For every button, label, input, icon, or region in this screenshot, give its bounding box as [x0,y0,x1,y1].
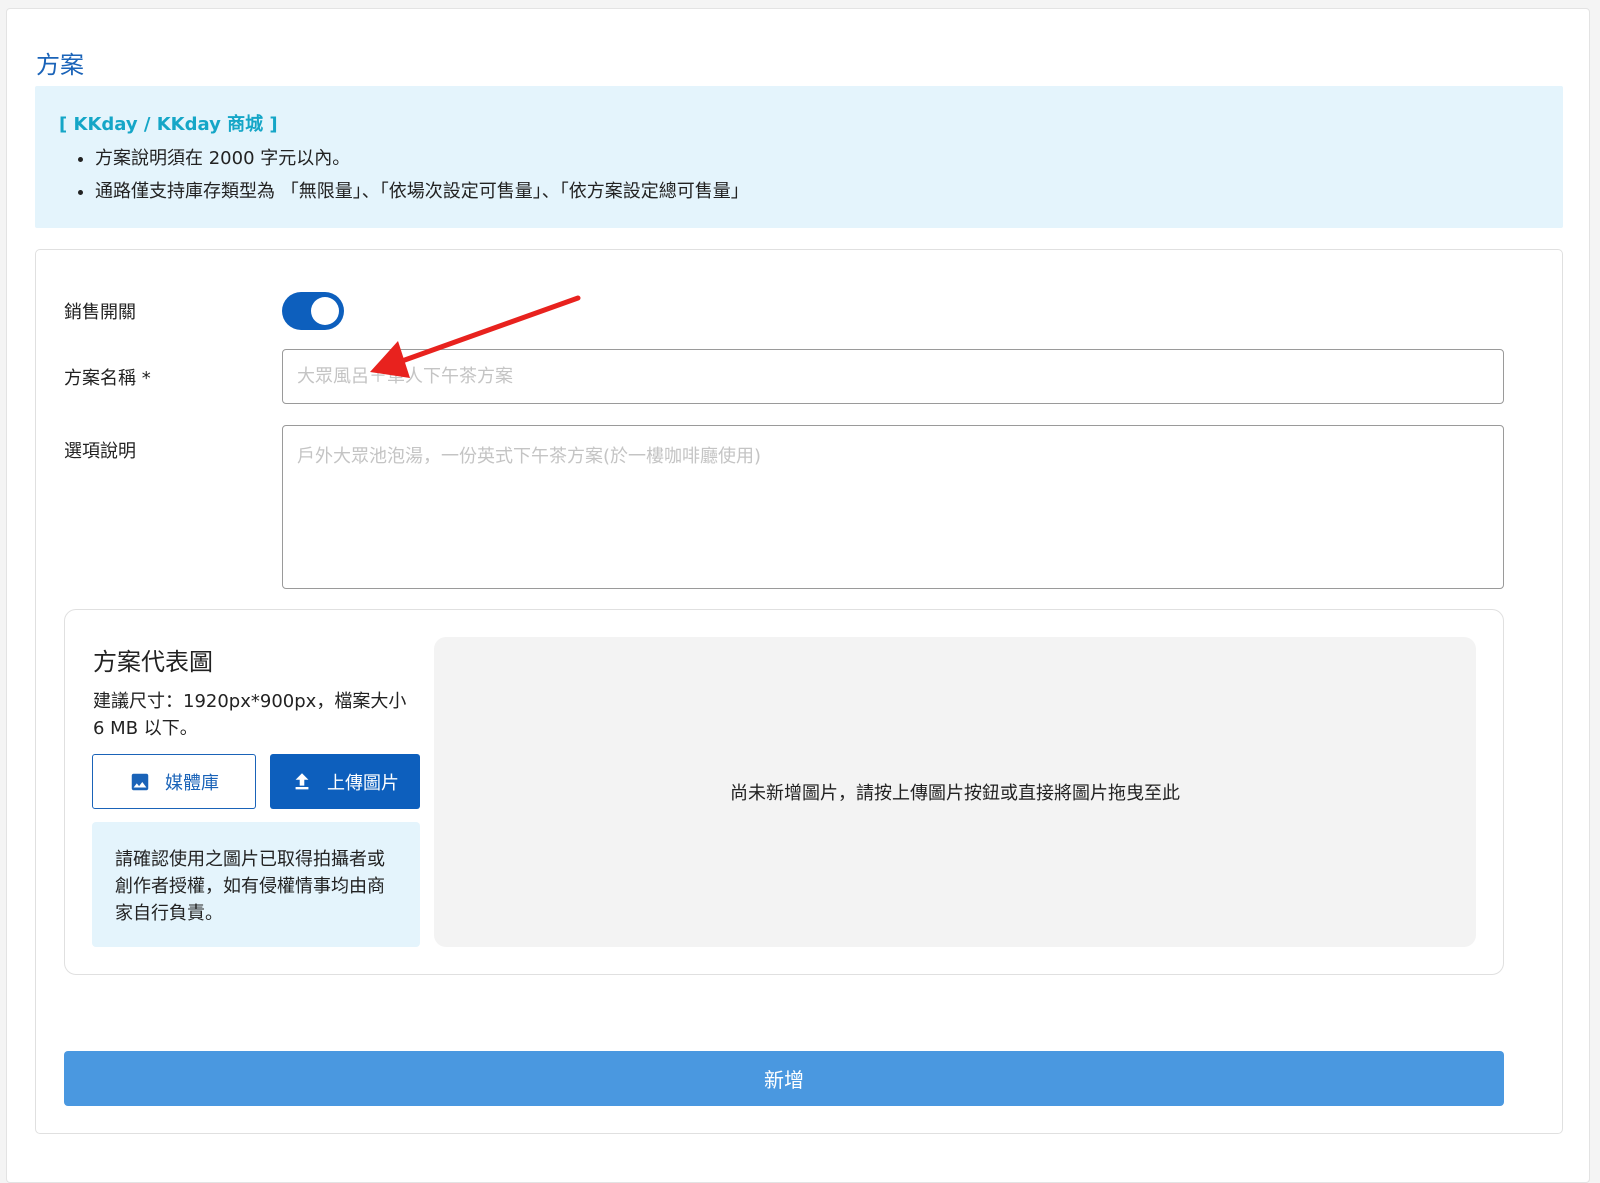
plan-page: 方案 [ KKday / KKday 商城 ] 方案說明須在 2000 字元以內… [6,8,1590,1183]
media-library-label: 媒體庫 [165,772,219,794]
notice-list: 方案說明須在 2000 字元以內。 通路僅支持庫存類型為 「無限量」、「依場次設… [59,142,1563,208]
toggle-knob [311,297,339,325]
image-icon [129,771,151,793]
add-plan-button[interactable]: 新增 [64,1051,1504,1106]
image-section-title: 方案代表圖 [93,648,213,676]
option-desc-label: 選項說明 [64,441,136,462]
plan-name-label: 方案名稱 * [64,368,151,389]
page-title: 方案 [36,51,84,79]
sales-switch-toggle[interactable] [282,292,344,330]
copyright-notice: 請確認使用之圖片已取得拍攝者或創作者授權，如有侵權情事均由商家自行負責。 [92,822,420,947]
plan-form: 銷售開關 方案名稱 * 選項說明 方案代表圖 建議尺寸：1920px*900px… [35,249,1563,1134]
channel-notice: [ KKday / KKday 商城 ] 方案說明須在 2000 字元以內。 通… [35,86,1563,228]
option-desc-textarea[interactable] [282,425,1504,589]
notice-item: 方案說明須在 2000 字元以內。 [95,142,1563,175]
notice-item: 通路僅支持庫存類型為 「無限量」、「依場次設定可售量」、「依方案設定總可售量」 [95,175,1563,208]
image-size-hint: 建議尺寸：1920px*900px，檔案大小 6 MB 以下。 [93,691,407,739]
media-library-button[interactable]: 媒體庫 [92,754,256,809]
notice-title: [ KKday / KKday 商城 ] [59,114,278,135]
image-dropzone[interactable]: 尚未新增圖片，請按上傳圖片按鈕或直接將圖片拖曳至此 [434,637,1476,947]
upload-image-button[interactable]: 上傳圖片 [270,754,420,809]
upload-image-label: 上傳圖片 [327,772,399,794]
sales-switch-label: 銷售開關 [64,302,136,323]
dropzone-text: 尚未新增圖片，請按上傳圖片按鈕或直接將圖片拖曳至此 [730,783,1180,804]
plan-image-panel: 方案代表圖 建議尺寸：1920px*900px，檔案大小 6 MB 以下。 媒體… [64,609,1504,975]
upload-icon [291,771,313,793]
plan-name-input[interactable] [282,349,1504,404]
